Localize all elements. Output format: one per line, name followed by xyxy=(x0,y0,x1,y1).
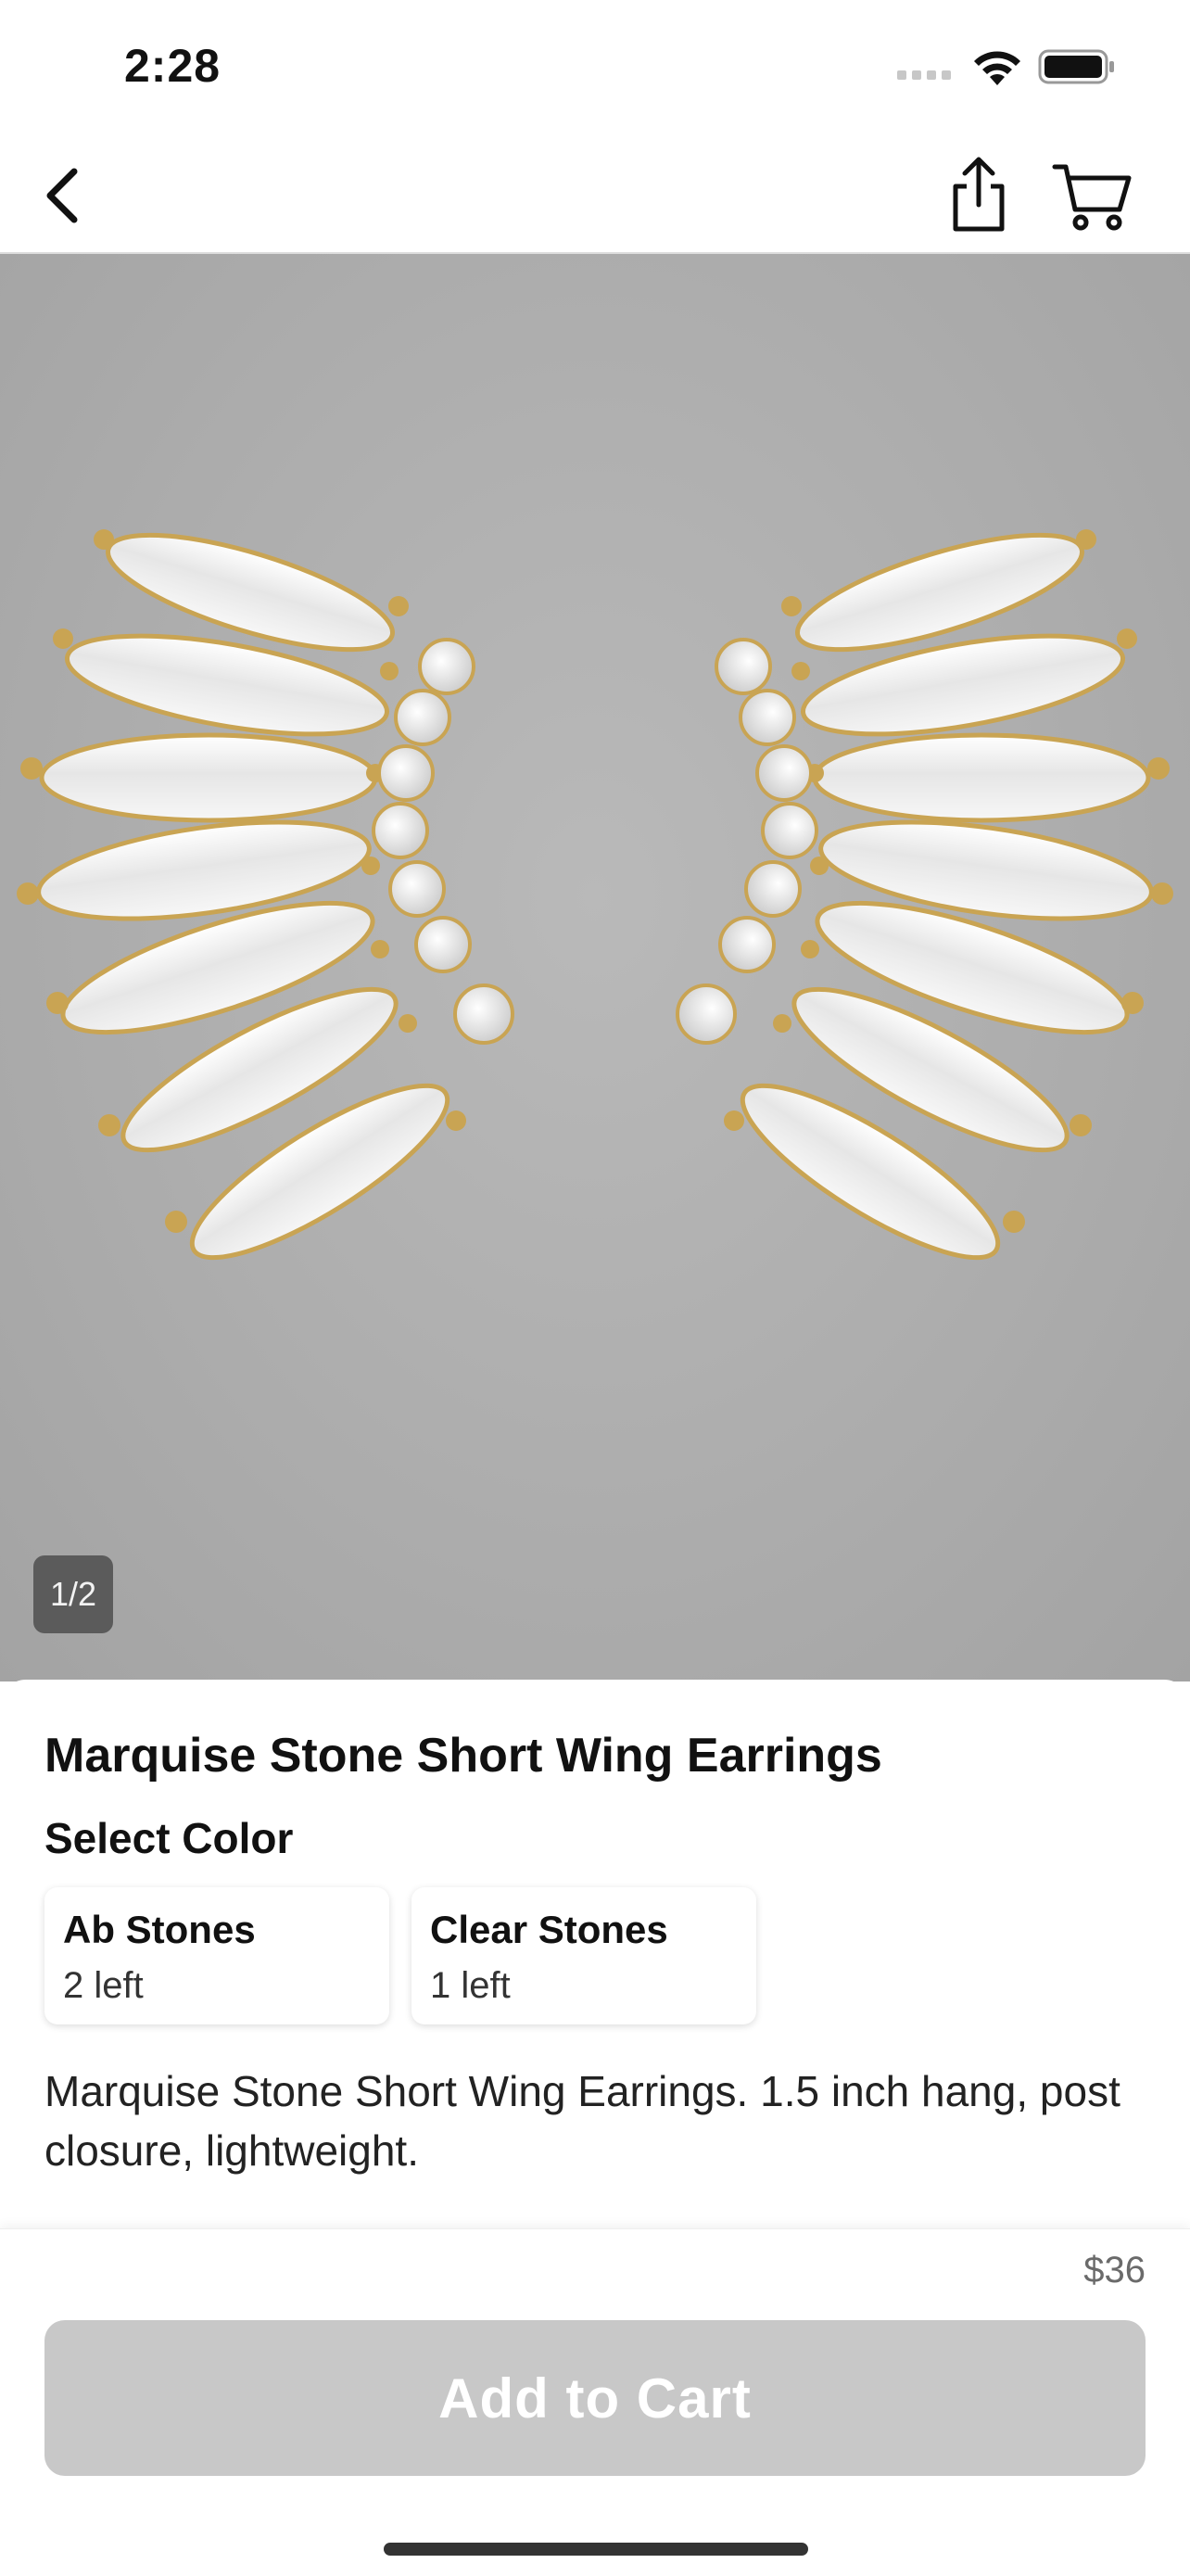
product-description: Marquise Stone Short Wing Earrings. 1.5 … xyxy=(44,2067,1120,2175)
back-button[interactable] xyxy=(22,156,102,235)
status-bar: 2:28 xyxy=(0,0,1190,139)
product-title: Marquise Stone Short Wing Earrings xyxy=(44,1729,882,1783)
purchase-footer: $36 Add to Cart xyxy=(0,2228,1190,2576)
product-image xyxy=(17,254,1190,1681)
cart-button[interactable] xyxy=(1042,152,1144,241)
color-option-stock: 2 left xyxy=(63,1965,144,2006)
share-button[interactable] xyxy=(938,148,1019,241)
product-details: Marquise Stone Short Wing Earrings Selec… xyxy=(0,1680,1190,2236)
product-image-gallery[interactable]: 1/2 xyxy=(0,254,1190,1681)
battery-icon xyxy=(1038,49,1114,84)
navigation-bar xyxy=(0,139,1190,254)
select-color-label: Select Color xyxy=(44,1814,294,1862)
chevron-left-icon xyxy=(46,168,78,223)
wifi-icon xyxy=(974,51,1020,85)
status-time: 2:28 xyxy=(124,40,222,92)
cellular-signal-icon xyxy=(897,70,953,82)
cart-icon xyxy=(1052,164,1132,231)
color-option-name: Ab Stones xyxy=(63,1908,256,1951)
add-to-cart-button[interactable]: Add to Cart xyxy=(44,2320,1146,2476)
product-price: $36 xyxy=(1083,2250,1146,2290)
color-option-name: Clear Stones xyxy=(430,1908,668,1951)
color-option-stock: 1 left xyxy=(430,1965,511,2006)
home-indicator[interactable] xyxy=(384,2543,808,2556)
color-option-ab-stones[interactable]: Ab Stones 2 left xyxy=(44,1887,389,2024)
image-counter: 1/2 xyxy=(33,1555,113,1633)
color-option-clear-stones[interactable]: Clear Stones 1 left xyxy=(411,1887,756,2024)
share-icon xyxy=(953,157,1005,232)
